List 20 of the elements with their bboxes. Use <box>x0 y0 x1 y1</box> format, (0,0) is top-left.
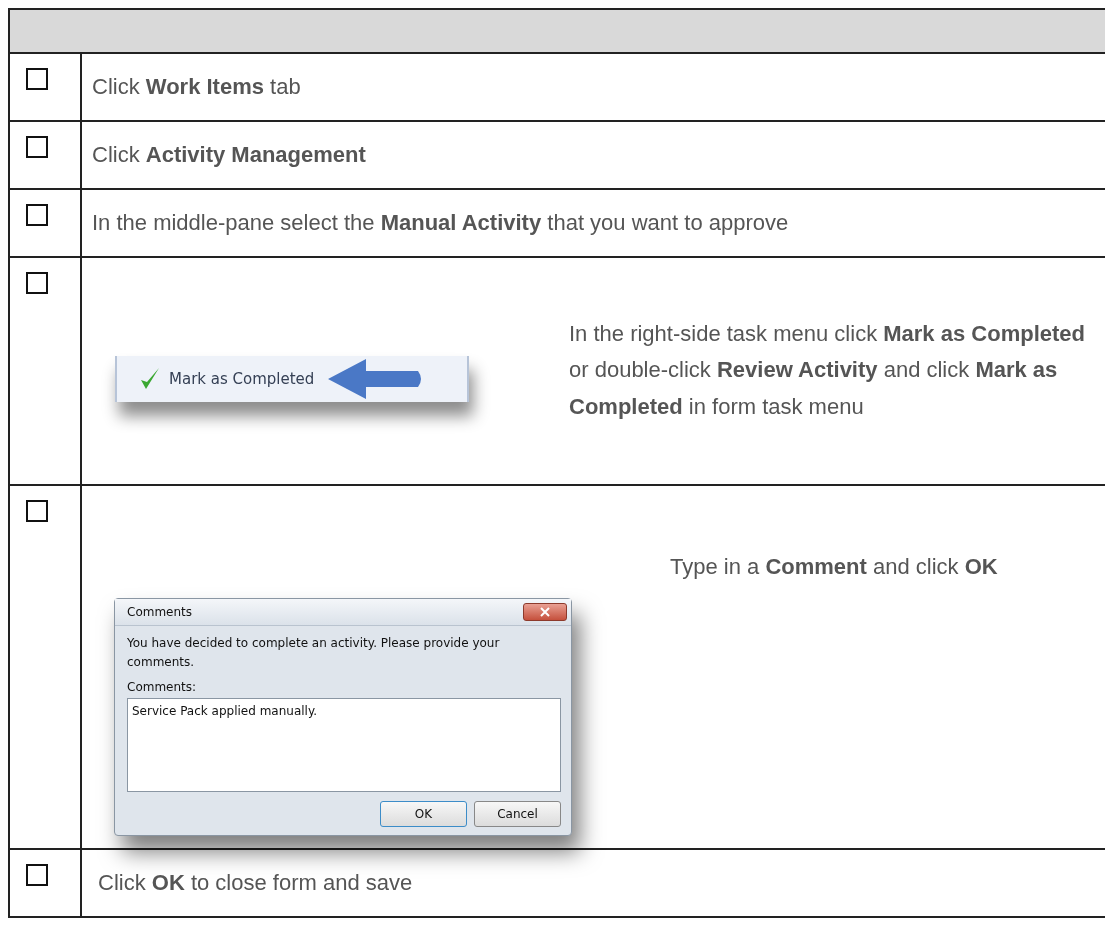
field-label: Comments: <box>127 679 198 697</box>
checkbox[interactable] <box>26 500 48 522</box>
checkbox[interactable] <box>26 204 48 226</box>
instruction-text: In the middle-pane select the Manual Activity that you want to approve <box>92 209 789 238</box>
instruction-text: Click Activity Management <box>92 141 366 170</box>
ok-button[interactable]: OK <box>380 801 467 828</box>
instruction-text: Click OK to close form and save <box>98 869 413 898</box>
checkbox[interactable] <box>26 272 48 294</box>
instruction-text: In the right-side task menu click Mark as Completed or double-click Review Activity and click Mark as Completed in form task menu <box>569 320 1086 421</box>
dialog-title: Comments <box>127 604 193 621</box>
checkbox[interactable] <box>26 136 48 158</box>
instruction-text: Click Work Items tab <box>92 73 301 102</box>
menu-item-label: Mark as Completed <box>169 368 315 390</box>
close-icon[interactable] <box>523 603 567 621</box>
dialog-message: You have decided to complete an activity. Please provide your comments. <box>127 635 501 672</box>
checkbox[interactable] <box>26 68 48 90</box>
instruction-text: Type in a Comment and click OK <box>670 553 998 581</box>
checkbox[interactable] <box>26 864 48 886</box>
comments-field[interactable]: Service Pack applied manually. <box>127 698 561 793</box>
cancel-button[interactable]: Cancel <box>474 801 561 828</box>
